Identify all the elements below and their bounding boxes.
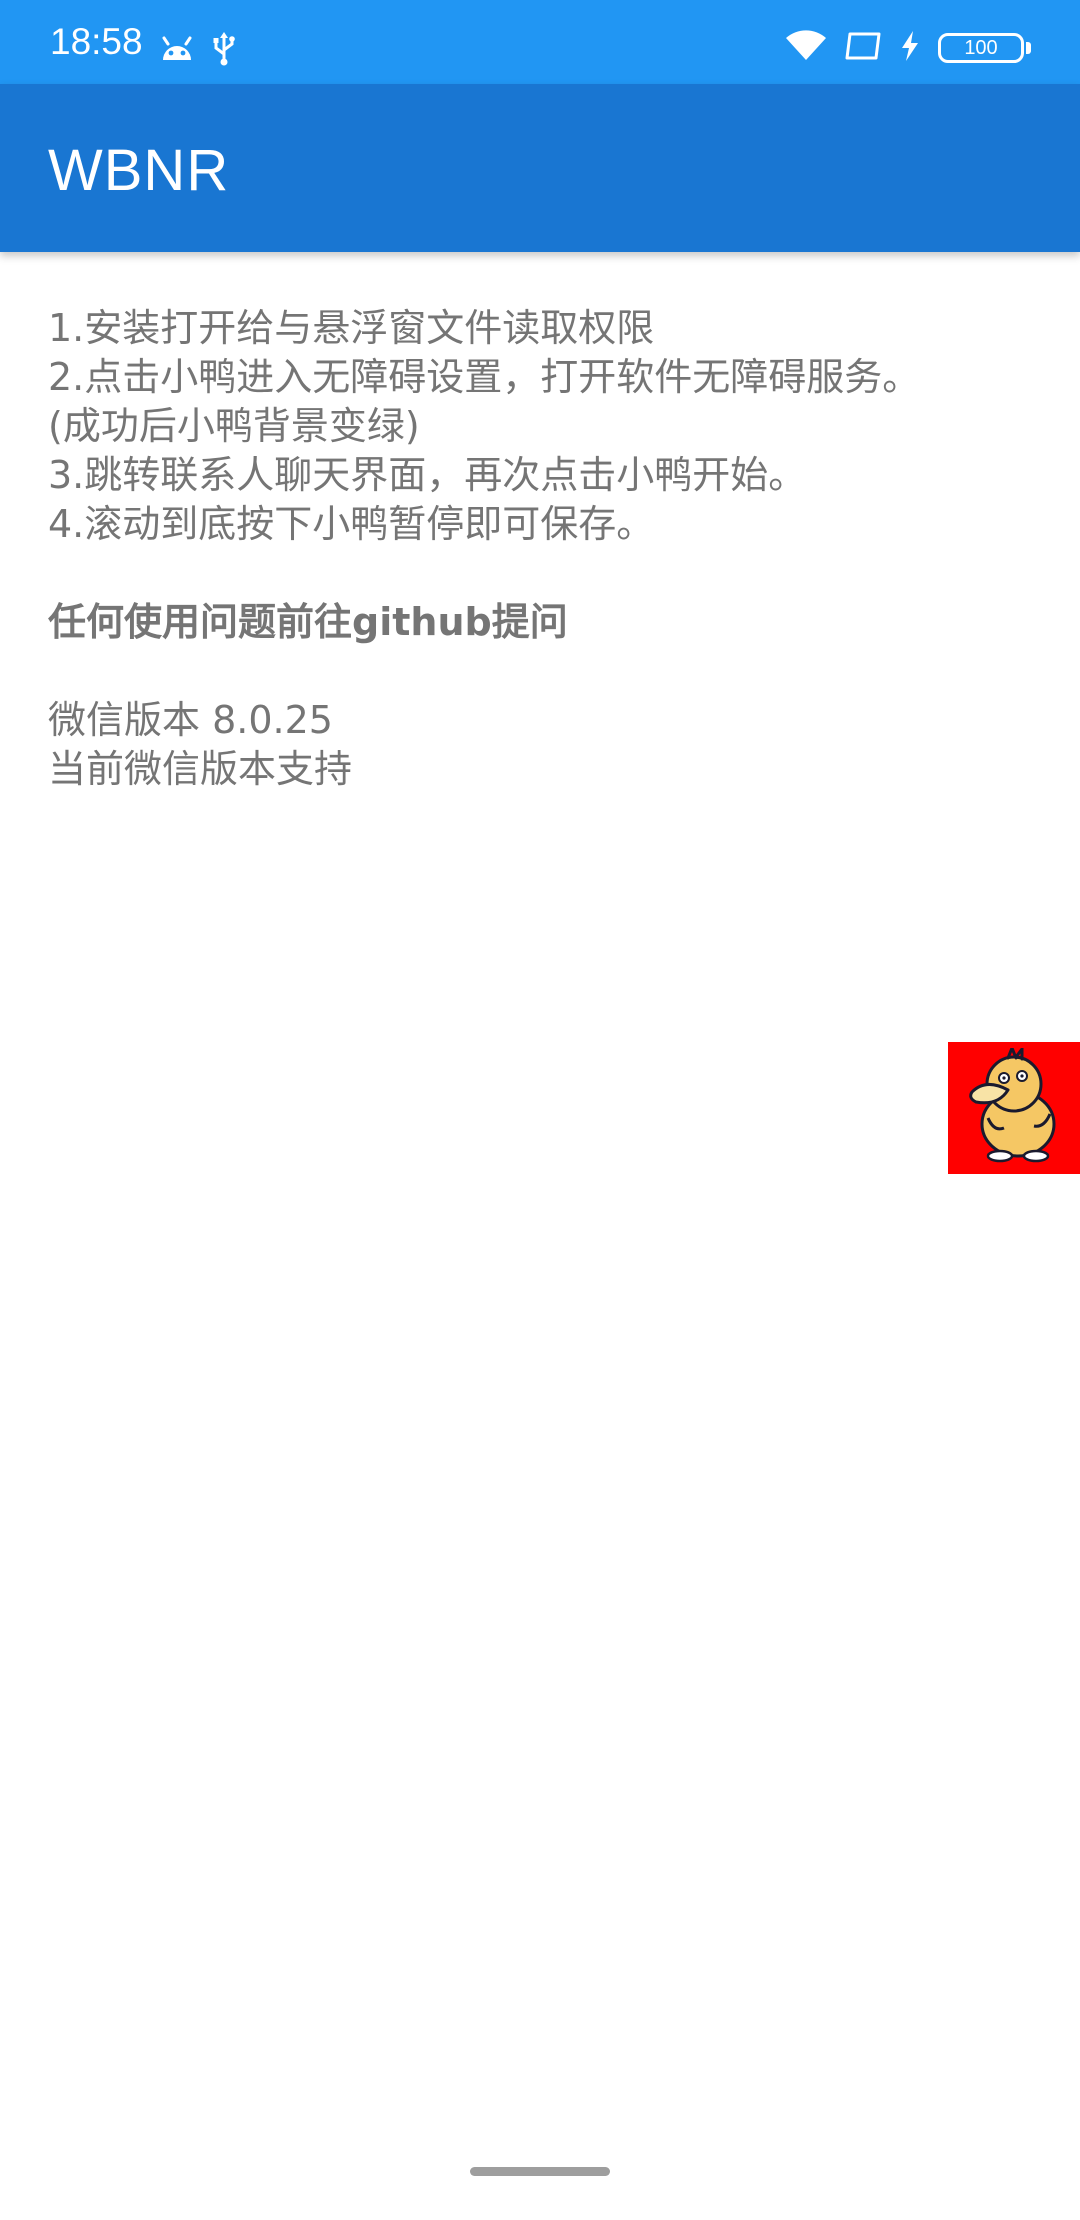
instruction-line: (成功后小鸭背景变绿) <box>48 404 420 448</box>
usb-icon <box>212 32 236 70</box>
status-bar: 18:58 100 <box>0 0 1080 84</box>
battery-level: 100 <box>938 33 1024 63</box>
status-left-icons <box>160 32 236 70</box>
floating-duck-button[interactable] <box>948 1042 1080 1174</box>
status-time: 18:58 <box>50 21 143 62</box>
app-bar: WBNR <box>0 84 1080 252</box>
gesture-nav-handle[interactable] <box>470 2167 610 2176</box>
github-help-link[interactable]: 任何使用问题前往github提问 <box>48 598 1048 647</box>
instruction-line: 3.跳转联系人聊天界面，再次点击小鸭开始。 <box>48 453 807 497</box>
main-content: 1.安装打开给与悬浮窗文件读取权限 2.点击小鸭进入无障碍设置，打开软件无障碍服… <box>48 304 1048 794</box>
charging-icon <box>900 31 920 65</box>
instruction-line: 4.滚动到底按下小鸭暂停即可保存。 <box>48 502 655 546</box>
instruction-line: 1.安装打开给与悬浮窗文件读取权限 <box>48 306 655 350</box>
wifi-icon <box>786 30 826 66</box>
instruction-line: 2.点击小鸭进入无障碍设置，打开软件无障碍服务。 <box>48 355 921 399</box>
battery-icon: 100 <box>938 31 1032 65</box>
status-right-icons: 100 <box>786 30 1032 66</box>
battery-tip <box>1026 42 1031 54</box>
version-info: 微信版本 8.0.25 当前微信版本支持 <box>48 696 1048 794</box>
android-icon <box>160 36 194 66</box>
version-support-status: 当前微信版本支持 <box>48 747 353 791</box>
duck-icon <box>964 1043 1064 1168</box>
instructions-list: 1.安装打开给与悬浮窗文件读取权限 2.点击小鸭进入无障碍设置，打开软件无障碍服… <box>48 304 1048 549</box>
app-title: WBNR <box>48 138 230 203</box>
wechat-version: 微信版本 8.0.25 <box>48 698 333 742</box>
screen-cast-icon <box>844 31 882 65</box>
